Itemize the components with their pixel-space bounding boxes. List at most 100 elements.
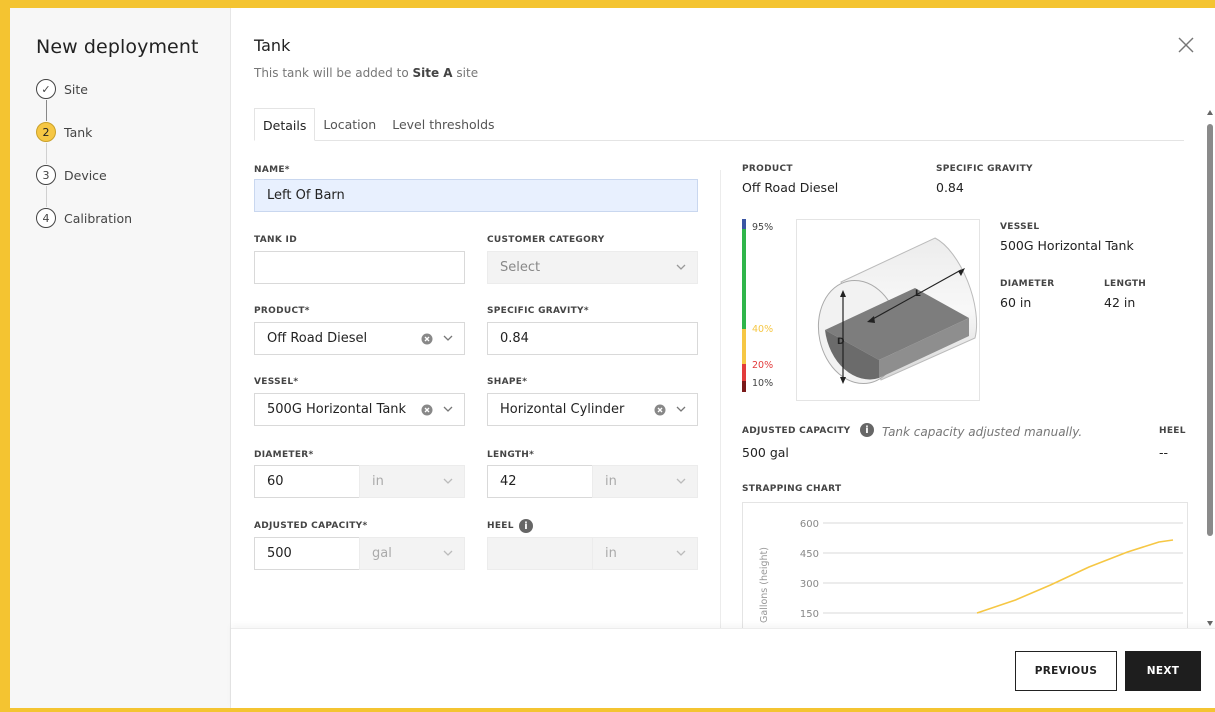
step-tank[interactable]: 2 Tank: [36, 121, 230, 164]
step-device[interactable]: 3 Device: [36, 164, 230, 207]
scrollbar-track: [1207, 110, 1213, 626]
tab-location[interactable]: Location: [315, 108, 384, 141]
capacity-info-icon[interactable]: i: [860, 423, 874, 437]
chart-y-tick-label: 150: [800, 609, 819, 620]
adjusted-capacity-input[interactable]: 500: [254, 537, 360, 570]
subtitle-suffix: site: [452, 66, 479, 80]
customer-category-select[interactable]: Select: [487, 251, 698, 284]
level-gauge: [742, 219, 746, 392]
vertical-scrollbar[interactable]: [1205, 108, 1215, 638]
chart-y-axis-label: Gallons (height): [759, 547, 770, 623]
wizard-steps: ✓ Site 2 Tank 3 Device 4 Calibration: [36, 78, 230, 229]
summary-length-label: LENGTH: [1104, 279, 1147, 289]
strapping-chart: 600 450 300 150 Gallons (height): [742, 502, 1188, 642]
gauge-label-95: 95%: [752, 222, 774, 233]
summary-vessel-label: VESSEL: [1000, 222, 1040, 232]
heel-info-icon[interactable]: i: [519, 519, 533, 533]
specific-gravity-input[interactable]: 0.84: [487, 322, 698, 355]
gauge-segment-low: [742, 364, 746, 381]
summary-product-value: Off Road Diesel: [742, 180, 839, 195]
step-label: Site: [64, 81, 88, 97]
diameter-input[interactable]: 60: [254, 465, 360, 498]
capacity-note: Tank capacity adjusted manually.: [882, 425, 1083, 439]
customer-category-placeholder: Select: [500, 260, 541, 275]
step-calibration[interactable]: 4 Calibration: [36, 207, 230, 229]
length-label: LENGTH*: [487, 450, 535, 460]
step-connector: [46, 186, 47, 207]
clear-icon[interactable]: [654, 404, 666, 416]
gauge-segment-normal: [742, 229, 746, 329]
summary-diameter-label: DIAMETER: [1000, 279, 1055, 289]
chart-y-tick-label: 600: [800, 519, 819, 530]
chart-y-tick-label: 300: [800, 579, 819, 590]
summary-heel-value: --: [1159, 445, 1169, 460]
strapping-chart-label: STRAPPING CHART: [742, 484, 842, 494]
close-button[interactable]: [1177, 36, 1197, 56]
step-number: 3: [36, 165, 56, 185]
chevron-down-icon: [443, 550, 453, 556]
gauge-segment-critical: [742, 381, 746, 392]
vessel-label: VESSEL*: [254, 377, 299, 387]
clear-icon[interactable]: [421, 333, 433, 345]
step-site[interactable]: ✓ Site: [36, 78, 230, 121]
gauge-label-20: 20%: [752, 360, 774, 371]
capacity-unit-select[interactable]: gal: [359, 537, 465, 570]
subtitle-site: Site A: [412, 66, 453, 80]
name-input[interactable]: Left Of Barn: [254, 179, 698, 212]
tank-id-label: TANK ID: [254, 235, 297, 245]
step-connector: [46, 100, 47, 121]
length-input[interactable]: 42: [487, 465, 593, 498]
step-label: Calibration: [64, 210, 133, 226]
horizontal-cylinder-illustration: D L: [817, 237, 978, 385]
step-number: 4: [36, 208, 56, 228]
vessel-value: 500G Horizontal Tank: [267, 402, 407, 417]
shape-value: Horizontal Cylinder: [500, 402, 625, 417]
heel-label: HEEL: [487, 521, 514, 531]
diameter-marker: D: [837, 337, 844, 347]
heel-input[interactable]: [487, 537, 593, 570]
summary-specific-gravity-label: SPECIFIC GRAVITY: [936, 164, 1033, 174]
step-number: 2: [36, 122, 56, 142]
summary-specific-gravity-value: 0.84: [936, 180, 964, 195]
customer-category-label: CUSTOMER CATEGORY: [487, 235, 605, 245]
summary-diameter-value: 60 in: [1000, 295, 1032, 310]
heel-unit-select[interactable]: in: [592, 537, 698, 570]
previous-button[interactable]: PREVIOUS: [1015, 651, 1117, 691]
sidebar-title: New deployment: [36, 36, 199, 58]
close-icon: [1178, 37, 1194, 53]
tank-id-input[interactable]: [254, 251, 465, 284]
vessel-select[interactable]: 500G Horizontal Tank: [254, 393, 465, 426]
chart-y-tick-label: 450: [800, 549, 819, 560]
tab-level-thresholds[interactable]: Level thresholds: [384, 108, 502, 141]
shape-select[interactable]: Horizontal Cylinder: [487, 393, 698, 426]
summary-length-value: 42 in: [1104, 295, 1136, 310]
clear-icon[interactable]: [421, 404, 433, 416]
adjusted-capacity-label: ADJUSTED CAPACITY*: [254, 521, 368, 531]
page-subtitle: This tank will be added to Site A site: [254, 66, 1215, 80]
length-unit: in: [605, 474, 617, 489]
summary-vessel-value: 500G Horizontal Tank: [1000, 238, 1134, 253]
chevron-down-icon: [676, 550, 686, 556]
tab-details[interactable]: Details: [254, 108, 316, 141]
step-label: Tank: [64, 124, 93, 140]
main-panel: Tank This tank will be added to Site A s…: [231, 8, 1215, 708]
name-label: NAME*: [254, 165, 290, 175]
chevron-down-icon: [443, 406, 453, 412]
tab-bar: Details Location Level thresholds: [254, 108, 1184, 141]
length-unit-select[interactable]: in: [592, 465, 698, 498]
wizard-sidebar: New deployment ✓ Site 2 Tank 3 Device 4 …: [10, 8, 231, 708]
panel-header: Tank This tank will be added to Site A s…: [231, 8, 1215, 80]
capacity-unit: gal: [372, 546, 392, 561]
next-button[interactable]: NEXT: [1125, 651, 1201, 691]
heel-unit: in: [605, 546, 617, 561]
chart-series-line: [976, 539, 1174, 614]
step-label: Device: [64, 167, 107, 183]
diameter-unit-select[interactable]: in: [359, 465, 465, 498]
product-label: PRODUCT*: [254, 306, 310, 316]
subtitle-prefix: This tank will be added to: [254, 66, 413, 80]
chevron-down-icon: [443, 335, 453, 341]
product-select[interactable]: Off Road Diesel: [254, 322, 465, 355]
summary-heel-label: HEEL: [1159, 426, 1186, 436]
step-check-icon: ✓: [36, 79, 56, 99]
wizard-footer: PREVIOUS NEXT: [231, 628, 1215, 708]
